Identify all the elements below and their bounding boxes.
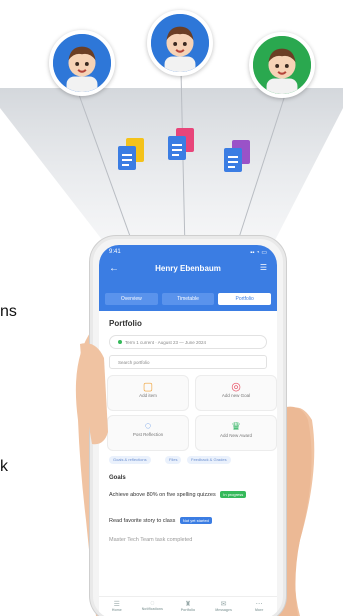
thumb-illustration [80, 343, 108, 445]
illustration: ns k 9:41 ▪▪ ◔ ▭ ← Henry Ebenbaum ☰ Over… [0, 0, 343, 616]
